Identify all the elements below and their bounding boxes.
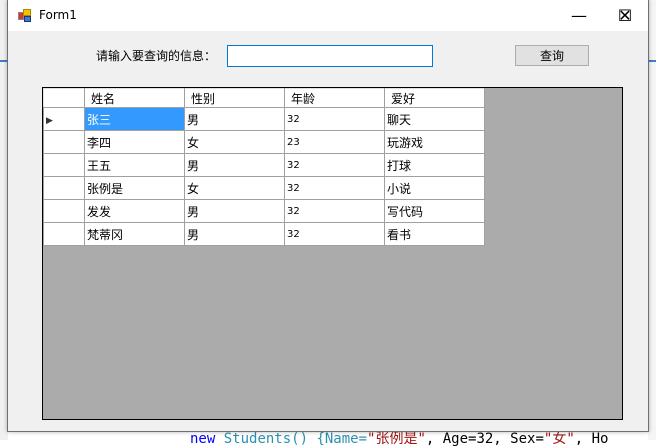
table-row[interactable]: ▶ 张三男 32 聊天 <box>43 107 485 131</box>
cell-name[interactable]: 发发 <box>84 199 185 223</box>
cell-age[interactable]: 32 <box>284 199 385 223</box>
code-string: "张例是" <box>367 431 426 447</box>
row-header[interactable] <box>43 222 85 246</box>
cell-hobby[interactable]: 打球 <box>384 153 485 177</box>
code-text: Students() {Name= <box>215 431 368 447</box>
code-text: , Age=32, Sex= <box>425 431 544 447</box>
search-input[interactable] <box>227 45 433 67</box>
title-bar[interactable]: Form1 — ☐ ✕ <box>8 0 648 31</box>
cell-hobby[interactable]: 看书 <box>384 222 485 246</box>
header-row: 姓名 性别 年龄 爱好 <box>43 88 485 108</box>
cell-name[interactable]: 张例是 <box>84 176 185 200</box>
cell-hobby[interactable]: 写代码 <box>384 199 485 223</box>
column-header-gender[interactable]: 性别 <box>184 88 285 108</box>
cell-age[interactable]: 32 <box>284 176 385 200</box>
cell-gender[interactable]: 男 <box>184 107 285 131</box>
cell-gender[interactable]: 女 <box>184 130 285 154</box>
current-row-icon: ▶ <box>46 116 53 126</box>
column-header-age[interactable]: 年龄 <box>284 88 385 108</box>
cell-name[interactable]: 王五 <box>84 153 185 177</box>
column-header-hobby[interactable]: 爱好 <box>384 88 485 108</box>
cell-age[interactable]: 23 <box>284 130 385 154</box>
cell-hobby[interactable]: 聊天 <box>384 107 485 131</box>
data-grid[interactable]: 姓名 性别 年龄 爱好 ▶ 张三男 32 聊天 李四女 23 玩游戏 王五男 32 打球 张例是女 3… <box>42 87 623 420</box>
row-header[interactable] <box>43 130 85 154</box>
cell-gender[interactable]: 男 <box>184 199 285 223</box>
cell-gender[interactable]: 男 <box>184 153 285 177</box>
cell-age[interactable]: 32 <box>284 153 385 177</box>
row-header[interactable]: ▶ <box>43 107 85 131</box>
table-row[interactable]: 王五男 32 打球 <box>43 153 485 177</box>
cell-age[interactable]: 32 <box>284 107 385 131</box>
search-label: 请输入要查询的信息： <box>96 49 217 63</box>
minimize-button[interactable]: — <box>556 0 602 31</box>
cell-name[interactable]: 张三 <box>84 107 185 131</box>
cell-hobby[interactable]: 玩游戏 <box>384 130 485 154</box>
row-header[interactable] <box>43 176 85 200</box>
cell-hobby[interactable]: 小说 <box>384 176 485 200</box>
window-title: Form1 <box>39 8 77 22</box>
table-row[interactable]: 张例是女 32 小说 <box>43 176 485 200</box>
column-header-name[interactable]: 姓名 <box>84 88 185 108</box>
cell-gender[interactable]: 男 <box>184 222 285 246</box>
code-string: "女" <box>543 431 575 447</box>
code-keyword: new <box>190 431 216 447</box>
cell-gender[interactable]: 女 <box>184 176 285 200</box>
corner-header[interactable] <box>43 88 85 108</box>
row-header[interactable] <box>43 153 85 177</box>
students-table: 姓名 性别 年龄 爱好 ▶ 张三男 32 聊天 李四女 23 玩游戏 王五男 32 打球 张例是女 3… <box>43 88 485 246</box>
row-header[interactable] <box>43 199 85 223</box>
background-editor-right <box>648 0 656 440</box>
cell-age[interactable]: 32 <box>284 222 385 246</box>
cell-name[interactable]: 梵蒂冈 <box>84 222 185 246</box>
table-row[interactable]: 李四女 23 玩游戏 <box>43 130 485 154</box>
form-window: Form1 — ☐ ✕ 请输入要查询的信息： 查询 姓名 性别 年龄 爱好 ▶ 张… <box>7 0 649 432</box>
cell-name[interactable]: 李四 <box>84 130 185 154</box>
table-row[interactable]: 发发男 32 写代码 <box>43 199 485 223</box>
code-text: , Ho <box>574 431 609 447</box>
table-row[interactable]: 梵蒂冈男 32 看书 <box>43 222 485 246</box>
app-icon <box>18 9 32 22</box>
close-button[interactable]: ✕ <box>602 0 648 31</box>
query-button[interactable]: 查询 <box>515 45 589 66</box>
